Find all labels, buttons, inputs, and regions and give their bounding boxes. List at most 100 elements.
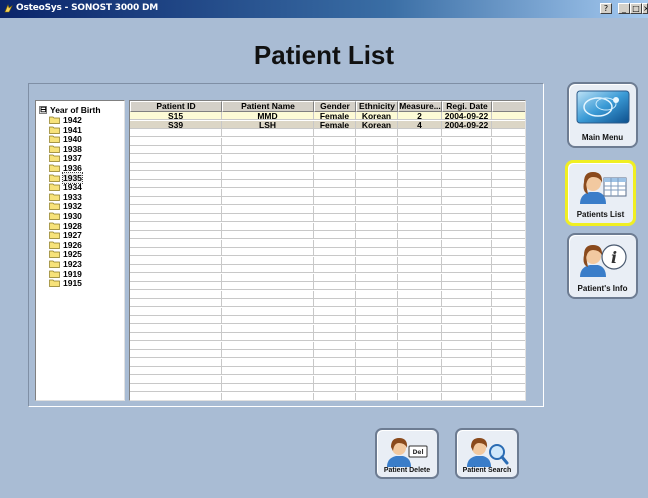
- tree-item-1928[interactable]: 1928: [49, 221, 82, 231]
- table-cell: [442, 256, 492, 265]
- table-cell: [314, 231, 356, 239]
- table-cell: [314, 375, 356, 384]
- patient-info-icon: i: [579, 244, 627, 277]
- patients-list-button[interactable]: Patients List: [565, 160, 636, 226]
- table-cell: [442, 316, 492, 324]
- table-cell: [442, 231, 492, 239]
- table-cell: [314, 163, 356, 171]
- table-cell: [442, 129, 492, 137]
- tree-item-1941[interactable]: 1941: [49, 125, 82, 135]
- column-header-3[interactable]: Ethnicity: [356, 101, 398, 112]
- table-cell: [398, 163, 442, 171]
- main-menu-button[interactable]: Main Menu: [567, 82, 638, 148]
- table-cell: 2004-09-22: [442, 112, 492, 120]
- tree-item-label: 1937: [63, 153, 82, 164]
- empty-row: [130, 324, 525, 333]
- table-cell: [314, 146, 356, 154]
- table-cell: [356, 239, 398, 248]
- table-cell: [442, 222, 492, 231]
- tree-item-1942[interactable]: 1942: [49, 115, 82, 125]
- table-cell: [492, 163, 525, 171]
- table-row[interactable]: S39 LSH Female Korean 4 2004-09-22: [130, 120, 525, 129]
- table-cell: [442, 375, 492, 384]
- close-button[interactable]: ×: [642, 3, 648, 14]
- tree-item-1919[interactable]: 1919: [49, 269, 82, 279]
- column-header-4[interactable]: Measure...: [398, 101, 442, 112]
- empty-row: [130, 299, 525, 307]
- table-cell: [130, 265, 222, 273]
- table-cell: [222, 188, 314, 197]
- help-button[interactable]: ?: [600, 3, 612, 14]
- column-header-1[interactable]: Patient Name: [222, 101, 314, 112]
- minimize-button[interactable]: _: [618, 3, 630, 14]
- table-cell: [492, 367, 525, 375]
- table-cell: [314, 341, 356, 350]
- table-row[interactable]: S15 MMD Female Korean 2 2004-09-22: [130, 112, 525, 120]
- tree-item-label: 1926: [63, 239, 82, 250]
- tree-item-1936[interactable]: 1936: [49, 163, 82, 173]
- table-cell: [130, 367, 222, 375]
- patient-table[interactable]: Patient ID Patient Name Gender Ethnicity Mea…: [129, 100, 526, 401]
- empty-row: [130, 248, 525, 256]
- table-cell: [222, 307, 314, 316]
- table-cell: S39: [130, 120, 222, 129]
- column-header-2[interactable]: Gender: [314, 101, 356, 112]
- patient-delete-button[interactable]: Del Patient Delete: [375, 428, 439, 479]
- main-menu-icon: [576, 90, 629, 124]
- tree-item-1940[interactable]: 1940: [49, 134, 82, 144]
- tree-item-1915[interactable]: 1915: [49, 278, 82, 288]
- table-cell: [314, 256, 356, 265]
- empty-row: [130, 375, 525, 384]
- table-cell: [492, 248, 525, 256]
- title-bar[interactable]: OsteoSys - SONOST 3000 DM ? _ □ ×: [0, 0, 648, 18]
- table-cell: [314, 154, 356, 163]
- patient-search-icon: [467, 438, 509, 467]
- application-window: OsteoSys - SONOST 3000 DM ? _ □ × Patien…: [0, 0, 648, 498]
- table-cell: [222, 205, 314, 214]
- collapse-icon[interactable]: ⊟: [39, 105, 47, 114]
- tree-item-1925[interactable]: 1925: [49, 249, 82, 259]
- page-title: Patient List: [253, 40, 395, 70]
- tree-item-label: 1934: [63, 182, 82, 193]
- tree-item-1937[interactable]: 1937: [49, 153, 82, 163]
- year-of-birth-tree[interactable]: ⊟ Year of Birth 1942 1941 1940 1938 1937 1936…: [35, 100, 125, 401]
- table-cell: [314, 282, 356, 290]
- table-cell: [442, 248, 492, 256]
- empty-row: [130, 171, 525, 180]
- table-cell: [130, 239, 222, 248]
- table-cell: [492, 291, 525, 299]
- table-cell: [492, 138, 525, 146]
- tree-item-label: 1933: [63, 191, 82, 202]
- table-cell: [314, 307, 356, 316]
- tree-item-1932[interactable]: 1932: [49, 201, 82, 211]
- tree-item-label: 1930: [63, 211, 82, 221]
- column-header-filler: [492, 101, 525, 112]
- empty-row: [130, 188, 525, 197]
- column-header-5[interactable]: Regi. Date: [442, 101, 492, 112]
- folder-icon: [49, 231, 60, 240]
- tree-root[interactable]: ⊟ Year of Birth: [39, 104, 101, 115]
- tree-item-1926[interactable]: 1926: [49, 240, 82, 250]
- tree-item-1933[interactable]: 1933: [49, 192, 82, 202]
- tree-item-1938[interactable]: 1938: [49, 144, 82, 154]
- patient-search-button[interactable]: Patient Search: [455, 428, 519, 479]
- maximize-button[interactable]: □: [630, 3, 642, 14]
- column-header-0[interactable]: Patient ID: [130, 101, 222, 112]
- table-cell: [130, 341, 222, 350]
- table-cell: [442, 154, 492, 163]
- tree-item-1923[interactable]: 1923: [49, 259, 82, 269]
- tree-item-1935[interactable]: 1935: [49, 171, 83, 184]
- tree-item-label: 1941: [63, 124, 82, 135]
- patient-info-button[interactable]: i Patient's Info: [567, 233, 638, 299]
- table-cell: [356, 265, 398, 273]
- empty-row: [130, 333, 525, 341]
- table-cell: [442, 205, 492, 214]
- empty-row: [130, 180, 525, 188]
- table-cell: Korean: [356, 112, 398, 120]
- patients-list-label: Patients List: [576, 210, 625, 219]
- tree-item-1930[interactable]: 1930: [49, 211, 82, 221]
- table-cell: [398, 324, 442, 333]
- tree-item-1927[interactable]: 1927: [49, 230, 82, 240]
- tree-item-1934[interactable]: 1934: [49, 182, 82, 192]
- table-cell: [398, 154, 442, 163]
